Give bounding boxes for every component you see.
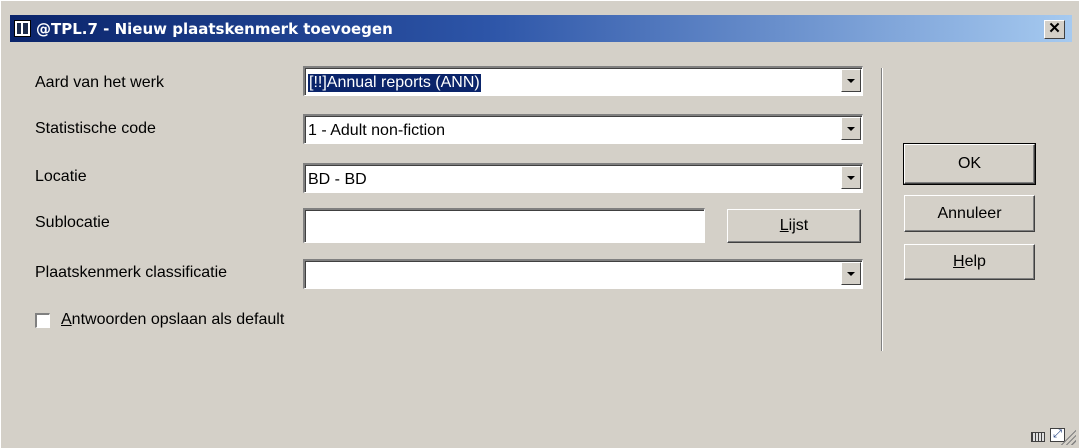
statistische-select[interactable]: 1 - Adult non-fiction — [303, 114, 863, 144]
resize-grip-icon[interactable] — [1059, 428, 1076, 445]
aard-select[interactable]: [!!]Annual reports (ANN) — [303, 66, 863, 96]
chevron-down-icon[interactable] — [841, 69, 861, 92]
dialog-window: @TPL.7 - Nieuw plaatskenmerk toevoegen ✕… — [0, 0, 1079, 448]
chevron-down-icon[interactable] — [841, 166, 861, 189]
keyboard-icon[interactable] — [1031, 432, 1045, 442]
sublocatie-label: Sublocatie — [35, 214, 110, 231]
chevron-down-icon[interactable] — [841, 117, 861, 140]
ok-label: OK — [957, 155, 982, 172]
vertical-divider — [881, 68, 883, 351]
annuleer-button[interactable]: Annuleer — [904, 195, 1035, 232]
sublocatie-input[interactable] — [303, 208, 705, 243]
help-button[interactable]: Help — [904, 244, 1035, 280]
default-checkbox-label[interactable]: Antwoorden opslaan als default — [61, 311, 284, 329]
locatie-value: BD - BD — [308, 171, 367, 188]
title-bar[interactable]: @TPL.7 - Nieuw plaatskenmerk toevoegen — [10, 15, 1072, 42]
locatie-select[interactable]: BD - BD — [303, 163, 863, 193]
statistische-value: 1 - Adult non-fiction — [308, 122, 445, 139]
ok-button[interactable]: OK — [903, 143, 1036, 185]
lijst-label: Lijst — [779, 217, 809, 234]
aard-label: Aard van het werk — [35, 74, 164, 91]
classificatie-label: Plaatskenmerk classificatie — [35, 264, 228, 281]
statistische-label: Statistische code — [35, 120, 156, 137]
chevron-down-icon[interactable] — [841, 262, 861, 285]
close-icon: ✕ — [1048, 20, 1061, 37]
classificatie-select[interactable] — [303, 259, 863, 289]
annuleer-label: Annuleer — [937, 205, 1002, 222]
close-button[interactable]: ✕ — [1044, 20, 1065, 39]
window-title: @TPL.7 - Nieuw plaatskenmerk toevoegen — [36, 20, 393, 38]
default-checkbox[interactable] — [35, 313, 50, 328]
locatie-label: Locatie — [35, 168, 87, 185]
lijst-button[interactable]: Lijst — [727, 209, 861, 243]
app-icon — [14, 20, 31, 37]
help-label: Help — [953, 253, 986, 270]
aard-value: [!!]Annual reports (ANN) — [307, 73, 482, 93]
